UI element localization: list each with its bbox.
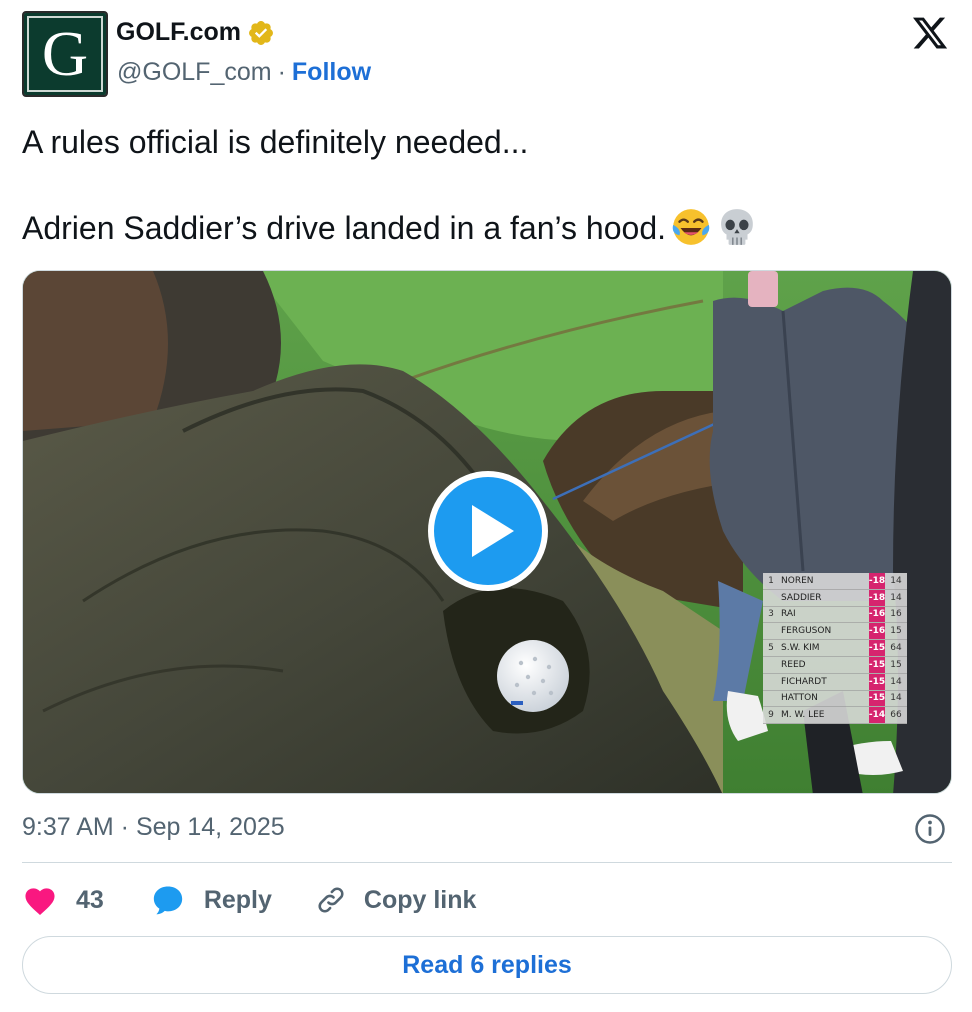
play-icon bbox=[472, 505, 514, 557]
leaderboard-score: -14 bbox=[869, 707, 885, 724]
leaderboard-score: -18 bbox=[869, 589, 885, 606]
leaderboard-score: -15 bbox=[869, 640, 885, 656]
leaderboard-score: -16 bbox=[869, 623, 885, 640]
leaderboard-thru: 14 bbox=[890, 676, 902, 687]
verified-badge-icon bbox=[249, 20, 273, 45]
leaderboard-player-name: SADDIER bbox=[781, 592, 822, 603]
leaderboard-row: REED -15 15 bbox=[763, 656, 907, 674]
leaderboard-row: SADDIER -18 14 bbox=[763, 589, 907, 607]
leaderboard-score: -18 bbox=[869, 573, 885, 589]
reply-button[interactable]: Reply bbox=[150, 883, 272, 917]
leaderboard-row: HATTON -15 14 bbox=[763, 690, 907, 708]
leaderboard-player-name: RAI bbox=[781, 609, 796, 620]
tweet-line-2: Adrien Saddier’s drive landed in a fan’s… bbox=[22, 206, 942, 250]
leaderboard-player-name: NOREN bbox=[781, 575, 814, 586]
like-count: 43 bbox=[76, 885, 104, 914]
leaderboard-position: 1 bbox=[768, 575, 774, 586]
leaderboard-row: FICHARDT -15 14 bbox=[763, 673, 907, 691]
leaderboard-score: -16 bbox=[869, 606, 885, 623]
separator-dot: · bbox=[277, 58, 286, 86]
leaderboard-score: -15 bbox=[869, 690, 885, 707]
leaderboard-player-name: M. W. LEE bbox=[781, 710, 825, 721]
skull-emoji-icon bbox=[721, 209, 753, 245]
leaderboard-row: 3 RAI -16 16 bbox=[763, 606, 907, 624]
action-bar: 43 Reply Copy link bbox=[22, 880, 476, 920]
leaderboard-thru: 66 bbox=[890, 710, 902, 721]
like-button[interactable]: 43 bbox=[22, 884, 104, 916]
divider bbox=[22, 862, 952, 863]
read-replies-button[interactable]: Read 6 replies bbox=[22, 936, 952, 994]
follow-button[interactable]: Follow bbox=[292, 58, 371, 87]
leaderboard-thru: 14 bbox=[890, 575, 902, 586]
leaderboard-thru: 16 bbox=[890, 609, 902, 620]
tweet-line-1: A rules official is definitely needed... bbox=[22, 124, 529, 160]
leaderboard-player-name: FERGUSON bbox=[781, 626, 832, 637]
link-icon bbox=[318, 887, 344, 913]
leaderboard-player-name: FICHARDT bbox=[781, 676, 827, 687]
handle[interactable]: @GOLF_com bbox=[117, 58, 272, 87]
reply-label: Reply bbox=[203, 885, 272, 914]
x-logo-icon[interactable] bbox=[911, 14, 949, 52]
leaderboard-thru: 15 bbox=[890, 626, 902, 637]
leaderboard-player-name: REED bbox=[781, 659, 806, 670]
leaderboard-player-name: HATTON bbox=[781, 693, 818, 704]
copy-link-label: Copy link bbox=[363, 885, 477, 914]
leaderboard-thru: 15 bbox=[890, 659, 902, 670]
leaderboard-thru: 14 bbox=[890, 592, 902, 603]
info-icon[interactable] bbox=[914, 813, 946, 845]
face-with-tears-of-joy-emoji-icon bbox=[672, 209, 710, 245]
tweet-line-2-text: Adrien Saddier’s drive landed in a fan’s… bbox=[22, 210, 666, 246]
tweet-timestamp[interactable]: 9:37 AM · Sep 14, 2025 bbox=[22, 813, 285, 842]
leaderboard-overlay: 1 NOREN -18 14 SADDIER -18 14 3 RAI -16 16 FERGUSON… bbox=[763, 573, 907, 725]
display-name[interactable]: GOLF.com bbox=[116, 18, 241, 47]
tweet-text: A rules official is definitely needed...… bbox=[22, 120, 942, 250]
leaderboard-row: FERGUSON -16 15 bbox=[763, 623, 907, 641]
heart-icon bbox=[25, 888, 55, 915]
handle-row: @GOLF_com · Follow bbox=[117, 58, 371, 87]
leaderboard-player-name: S.W. KIM bbox=[781, 643, 820, 654]
play-button[interactable] bbox=[428, 471, 548, 591]
video-player[interactable]: 1 NOREN -18 14 SADDIER -18 14 3 RAI -16 16 FERGUSON… bbox=[22, 270, 952, 794]
leaderboard-position: 9 bbox=[768, 710, 774, 721]
leaderboard-row: 5 S.W. KIM -15 64 bbox=[763, 640, 907, 657]
leaderboard-row: 9 M. W. LEE -14 66 bbox=[763, 707, 907, 725]
avatar-letter: G bbox=[41, 18, 89, 89]
leaderboard-thru: 64 bbox=[890, 643, 902, 654]
leaderboard-score: -15 bbox=[869, 656, 885, 673]
leaderboard-row: 1 NOREN -18 14 bbox=[763, 573, 907, 590]
leaderboard-score: -15 bbox=[869, 673, 885, 690]
account-name-row: GOLF.com bbox=[116, 18, 275, 47]
leaderboard-position: 5 bbox=[768, 643, 774, 654]
copy-link-button[interactable]: Copy link bbox=[314, 883, 477, 917]
leaderboard-position: 3 bbox=[768, 609, 774, 620]
leaderboard-thru: 14 bbox=[890, 693, 902, 704]
avatar[interactable]: G bbox=[22, 11, 108, 97]
reply-bubble-icon bbox=[153, 886, 182, 915]
